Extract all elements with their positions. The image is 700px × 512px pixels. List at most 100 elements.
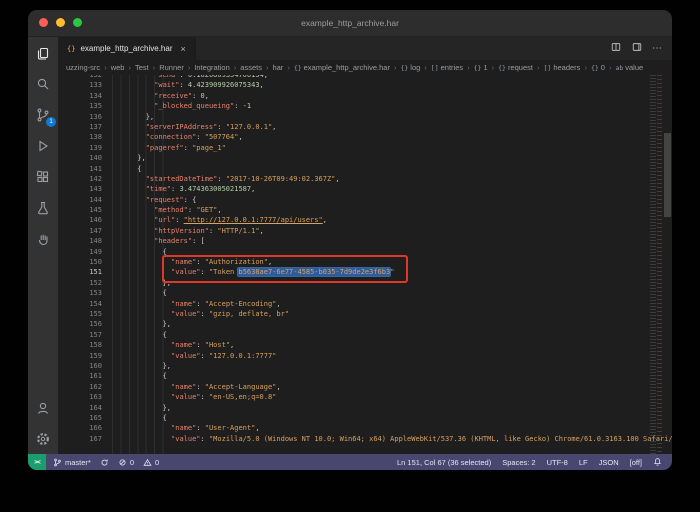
string-symbol-icon: ab	[615, 64, 623, 72]
breadcrumb-item[interactable]: assets	[240, 63, 262, 72]
code-lines: 132 "send": 0.1020809354706134,133 "wait…	[58, 75, 646, 444]
code-line[interactable]: 163 "value": "en-US,en;q=0.8"	[58, 392, 646, 402]
breadcrumb-item[interactable]: abvalue	[615, 63, 643, 72]
code-line[interactable]: 142 "startedDateTime": "2017-10-26T09:49…	[58, 174, 646, 184]
code-line[interactable]: 139 "pageref": "page_1"	[58, 143, 646, 153]
code-line[interactable]: 158 "name": "Host",	[58, 340, 646, 350]
code-line[interactable]: 153 {	[58, 288, 646, 298]
cursor-position[interactable]: Ln 151, Col 67 (36 selected)	[397, 458, 491, 467]
run-debug-icon[interactable]	[28, 130, 58, 161]
code-line[interactable]: 148 "headers": [	[58, 236, 646, 246]
split-editor-icon[interactable]	[610, 41, 622, 56]
breadcrumb-label: assets	[240, 63, 262, 72]
live-share-hand-icon[interactable]	[28, 223, 58, 254]
breadcrumb-item[interactable]: uzzing-src	[66, 63, 100, 72]
mode-off-indicator[interactable]: [off]	[630, 458, 642, 467]
json-object-icon: {}	[294, 64, 302, 72]
vertical-scrollbar[interactable]	[663, 75, 672, 454]
code-line[interactable]: 138 "connection": "507764",	[58, 132, 646, 142]
title-bar[interactable]: example_http_archive.har	[28, 10, 672, 37]
code-line[interactable]: 157 {	[58, 330, 646, 340]
json-array-icon: []	[431, 64, 439, 72]
language-mode[interactable]: JSON	[599, 458, 619, 467]
breadcrumb[interactable]: uzzing-src›web›Test›Runner›Integration›a…	[58, 60, 672, 75]
code-line[interactable]: 165 {	[58, 413, 646, 423]
breadcrumb-item[interactable]: {}1	[474, 63, 488, 72]
error-count: 0	[130, 458, 134, 467]
breadcrumb-label: request	[508, 63, 533, 72]
tab-example-http-archive[interactable]: {} example_http_archive.har ×	[58, 37, 196, 60]
code-line[interactable]: 150 "name": "Authorization",	[58, 257, 646, 267]
code-line[interactable]: 146 "url": "http://127.0.0.1:7777/api/us…	[58, 215, 646, 225]
explorer-icon[interactable]	[28, 37, 58, 68]
breadcrumb-item[interactable]: {}0	[591, 63, 605, 72]
breadcrumb-item[interactable]: {}request	[498, 63, 533, 72]
breadcrumb-item[interactable]: {}example_http_archive.har	[294, 63, 390, 72]
code-line[interactable]: 151 "value": "Token b5638ae7-6e77-4585-b…	[58, 267, 646, 277]
code-line[interactable]: 134 "receive": 0,	[58, 91, 646, 101]
code-line[interactable]: 136 },	[58, 112, 646, 122]
extensions-icon[interactable]	[28, 161, 58, 192]
breadcrumb-item[interactable]: []entries	[431, 63, 463, 72]
code-line[interactable]: 167 "value": "Mozilla/5.0 (Windows NT 10…	[58, 434, 646, 444]
branch-item[interactable]: master*	[53, 457, 91, 468]
code-line[interactable]: 162 "name": "Accept-Language",	[58, 382, 646, 392]
breadcrumb-item[interactable]: Integration	[194, 63, 229, 72]
remote-indicator[interactable]: ><	[28, 454, 46, 470]
code-editor[interactable]: 132 "send": 0.1020809354706134,133 "wait…	[58, 75, 672, 454]
json-object-icon: {}	[400, 64, 408, 72]
code-line[interactable]: 156 },	[58, 319, 646, 329]
notifications-bell-icon[interactable]	[653, 457, 662, 467]
code-line[interactable]: 147 "httpVersion": "HTTP/1.1",	[58, 226, 646, 236]
breadcrumb-item[interactable]: web	[111, 63, 125, 72]
code-line[interactable]: 135 "_blocked_queueing": -1	[58, 101, 646, 111]
line-number: 142	[58, 174, 112, 184]
scrollbar-thumb[interactable]	[664, 133, 671, 217]
code-line[interactable]: 152 },	[58, 278, 646, 288]
tab-label: example_http_archive.har	[80, 44, 172, 53]
code-line[interactable]: 149 {	[58, 247, 646, 257]
breadcrumb-item[interactable]: har	[272, 63, 283, 72]
code-line[interactable]: 166 "name": "User-Agent",	[58, 423, 646, 433]
test-beaker-icon[interactable]	[28, 192, 58, 223]
code-line[interactable]: 137 "serverIPAddress": "127.0.0.1",	[58, 122, 646, 132]
breadcrumb-item[interactable]: Runner	[159, 63, 184, 72]
code-line[interactable]: 133 "wait": 4.423909926075343,	[58, 80, 646, 90]
code-line[interactable]: 161 {	[58, 371, 646, 381]
breadcrumb-label: Runner	[159, 63, 184, 72]
status-bar: >< master*	[28, 454, 672, 470]
line-number: 157	[58, 330, 112, 340]
code-line[interactable]: 160 },	[58, 361, 646, 371]
breadcrumb-item[interactable]: []headers	[544, 63, 581, 72]
encoding-setting[interactable]: UTF-8	[547, 458, 568, 467]
line-number: 137	[58, 122, 112, 132]
problems-errors[interactable]: 0	[118, 458, 134, 467]
breadcrumb-separator: ›	[233, 63, 238, 72]
code-line[interactable]: 159 "value": "127.0.0.1:7777"	[58, 351, 646, 361]
code-line[interactable]: 143 "time": 3.474363005021587,	[58, 184, 646, 194]
accounts-icon[interactable]	[28, 392, 58, 423]
code-line[interactable]: 140 },	[58, 153, 646, 163]
code-line[interactable]: 141 {	[58, 164, 646, 174]
search-icon[interactable]	[28, 68, 58, 99]
code-line[interactable]: 155 "value": "gzip, deflate, br"	[58, 309, 646, 319]
breadcrumb-item[interactable]: {}log	[400, 63, 420, 72]
code-line[interactable]: 164 },	[58, 403, 646, 413]
tab-close-icon[interactable]: ×	[181, 44, 186, 54]
minimap[interactable]	[649, 75, 663, 454]
line-number: 143	[58, 184, 112, 194]
line-number: 160	[58, 361, 112, 371]
indentation-setting[interactable]: Spaces: 2	[502, 458, 535, 467]
breadcrumb-item[interactable]: Test	[135, 63, 149, 72]
layout-icon[interactable]	[631, 41, 643, 56]
breadcrumb-label: Test	[135, 63, 149, 72]
sync-icon[interactable]	[100, 458, 109, 467]
more-actions-icon[interactable]: ⋯	[652, 44, 662, 54]
settings-gear-icon[interactable]	[28, 423, 58, 454]
code-line[interactable]: 154 "name": "Accept-Encoding",	[58, 299, 646, 309]
source-control-icon[interactable]: 1	[28, 99, 58, 130]
eol-setting[interactable]: LF	[579, 458, 588, 467]
code-line[interactable]: 145 "method": "GET",	[58, 205, 646, 215]
code-line[interactable]: 144 "request": {	[58, 195, 646, 205]
problems-warnings[interactable]: 0	[143, 458, 159, 467]
